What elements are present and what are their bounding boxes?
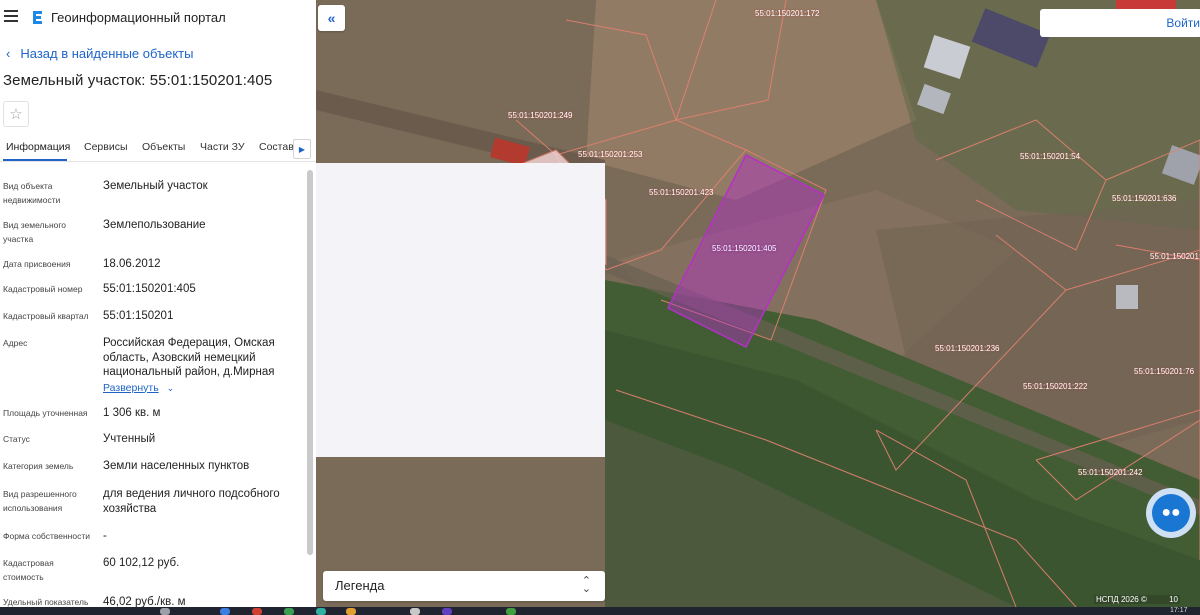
map-view[interactable]: 55:01:150201:172 55:01:150201:249 55:01:… [316, 0, 1200, 607]
legend-label: Легенда [335, 578, 385, 593]
info-value: 55:01:150201:405 [103, 283, 196, 295]
taskbar-app-icon[interactable] [410, 608, 420, 615]
map-attribution: НСПД 2026 © 10 [1094, 595, 1180, 604]
parcel-label-selected: 55:01:150201:405 [712, 244, 777, 253]
login-button[interactable]: Войти [1040, 9, 1200, 37]
info-value: 55:01:150201 [103, 310, 174, 322]
map-loading-overlay [316, 163, 605, 457]
attribution-text: НСПД 2026 © [1096, 595, 1147, 604]
info-scrollbar[interactable] [307, 170, 313, 555]
taskbar-app-icon[interactable] [316, 608, 326, 615]
info-label: Адрес [3, 338, 28, 348]
taskbar-app-icon[interactable] [160, 608, 170, 615]
parcel-label: 55:01:150201:54 [1020, 152, 1081, 161]
chat-bubble-icon: ●● [1152, 494, 1190, 532]
chevron-down-icon: ⌄ [166, 382, 175, 393]
chevron-left-icon: ‹ [6, 46, 11, 61]
info-value: Земельный участок [103, 180, 208, 192]
info-value: 46,02 руб./кв. м [103, 596, 186, 607]
parcel-label: 55:01:150201:249 [508, 111, 573, 120]
info-label: Вид объекта недвижимости [3, 181, 61, 205]
taskbar-app-icon[interactable] [284, 608, 294, 615]
parcel-label: 55:01:150201:222 [1023, 382, 1088, 391]
tab-information[interactable]: Информация [6, 141, 70, 153]
info-panel: Геоинформационный портал ‹ Назад в найде… [0, 0, 316, 607]
portal-logo-icon [33, 11, 42, 24]
legend-selector[interactable]: Легенда ⌃ ⌄ [323, 571, 605, 601]
parcel-label: 55:01:150201:423 [649, 188, 714, 197]
info-value: Землепользование [103, 219, 206, 231]
info-value: 18.06.2012 [103, 258, 161, 270]
info-label: Кадастровый номер [3, 284, 83, 294]
info-value: для ведения личного подсобного хозяйства [103, 488, 280, 515]
parcel-label: 55:01:150201:236 [935, 344, 1000, 353]
parcel-label: 55:01:150201:253 [578, 150, 643, 159]
info-value: 60 102,12 руб. [103, 557, 180, 569]
info-label: Площадь уточненная [3, 408, 88, 418]
taskbar-app-icon[interactable] [442, 608, 452, 615]
info-list: Вид объекта недвижимости Земельный участ… [0, 165, 306, 607]
info-value: Земли населенных пунктов [103, 460, 250, 472]
up-down-chevron-icon: ⌃ ⌄ [581, 575, 591, 595]
parcel-label: 55:01:150201:172 [755, 9, 820, 18]
scale-fragment: 10 [1169, 595, 1178, 604]
info-label: Форма собственности [3, 531, 90, 541]
tab-services[interactable]: Сервисы [84, 141, 128, 153]
info-label: Вид разрешенного использования [3, 489, 77, 513]
collapse-panel-button[interactable]: « [318, 5, 345, 31]
login-label: Войти [1166, 16, 1200, 30]
favorite-star-icon[interactable]: ☆ [3, 101, 29, 127]
parcel-label: 55:01:150201:636 [1112, 194, 1177, 203]
tabs-scroll-right-icon[interactable]: ▶ [293, 139, 311, 159]
info-label: Кадастровый квартал [3, 311, 89, 321]
info-label: Кадастровая стоимость [3, 558, 54, 582]
taskbar-clock: 17:17 [1170, 607, 1188, 614]
parcel-label: 55:01:150201:76 [1134, 367, 1195, 376]
parcel-label: 55:01:150201:242 [1078, 468, 1143, 477]
tab-bar: Информация Сервисы Объекты Части ЗУ Сост… [0, 136, 316, 162]
tab-parcel-parts[interactable]: Части ЗУ [200, 141, 245, 153]
address-expand-control[interactable]: Развернуть ⌄ [103, 381, 303, 396]
tab-composition[interactable]: Состав [259, 141, 294, 153]
os-taskbar: 17:17 [0, 607, 1200, 615]
active-tab-indicator [3, 159, 67, 161]
address-text: Российская Федерация, Омская область, Аз… [103, 337, 275, 378]
panel-header: Геоинформационный портал [0, 0, 316, 34]
info-label: Дата присвоения [3, 259, 71, 269]
back-label: Назад в найденные объекты [20, 46, 194, 61]
info-value: Российская Федерация, Омская область, Аз… [103, 336, 303, 395]
info-value: - [103, 530, 107, 542]
portal-title: Геоинформационный портал [51, 10, 226, 25]
expand-link[interactable]: Развернуть [103, 382, 159, 394]
tab-objects[interactable]: Объекты [142, 141, 185, 153]
info-value: Учтенный [103, 433, 156, 445]
info-label: Категория земель [3, 461, 74, 471]
hamburger-icon[interactable] [4, 10, 18, 22]
info-label: Вид земельного участка [3, 220, 67, 244]
chat-button[interactable]: ●● [1146, 488, 1196, 538]
taskbar-app-icon[interactable] [506, 608, 516, 615]
back-to-results-link[interactable]: ‹ Назад в найденные объекты [6, 46, 193, 61]
taskbar-app-icon[interactable] [252, 608, 262, 615]
info-value: 1 306 кв. м [103, 407, 161, 419]
taskbar-app-icon[interactable] [346, 608, 356, 615]
taskbar-app-icon[interactable] [220, 608, 230, 615]
parcel-label: 55:01:150201:13 [1150, 252, 1200, 261]
info-label: Удельный показатель [3, 597, 89, 607]
info-label: Статус [3, 434, 30, 444]
object-title: Земельный участок: 55:01:150201:405 [3, 72, 273, 89]
